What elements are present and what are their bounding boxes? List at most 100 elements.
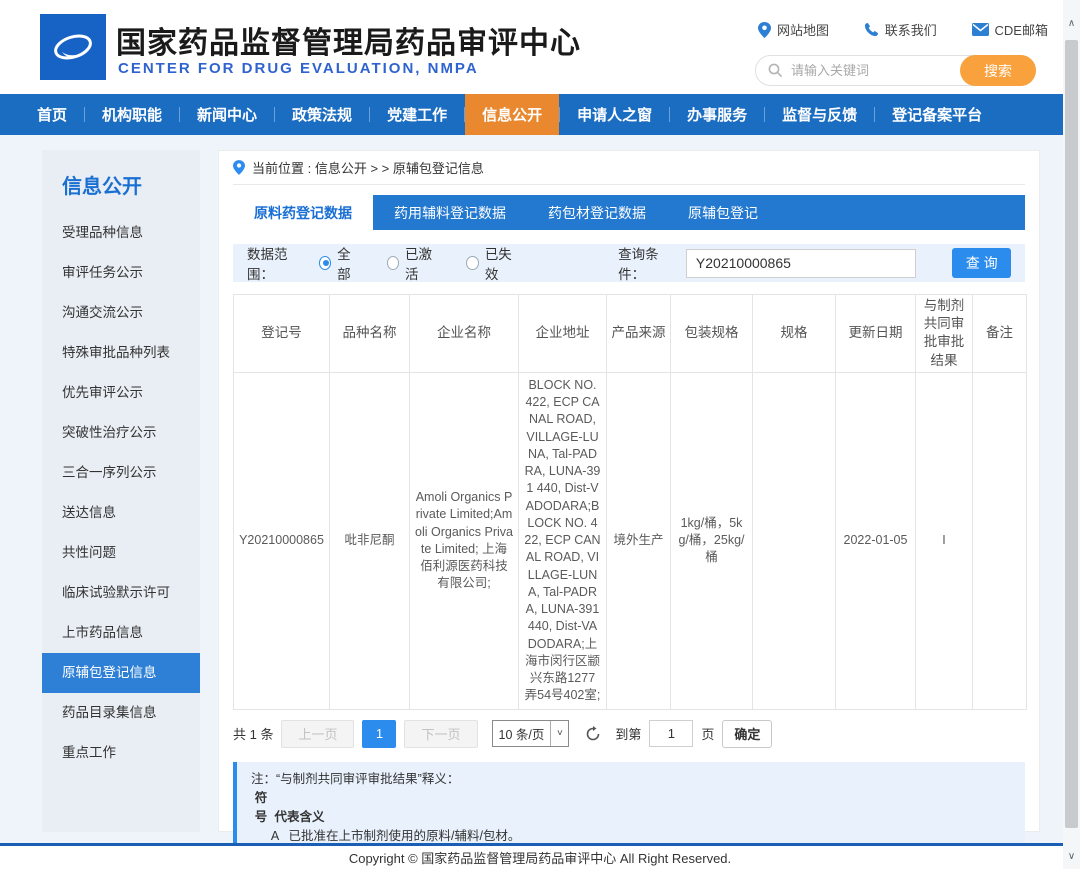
header-links: 网站地图 联系我们 CDE邮箱 <box>758 20 1048 39</box>
sidebar: 信息公开 受理品种信息 审评任务公示 沟通交流公示 特殊审批品种列表 优先审评公… <box>42 150 200 832</box>
cell-joint-review-result: I <box>916 372 973 709</box>
tab-excipient-registration-data[interactable]: 药用辅料登记数据 <box>373 195 527 230</box>
cell-packaging-spec: 1kg/桶，5kg/桶，25kg/桶 <box>671 372 753 709</box>
sidebar-item-marketed-drugs[interactable]: 上市药品信息 <box>42 613 200 653</box>
sidebar-item-three-in-one[interactable]: 三合一序列公示 <box>42 453 200 493</box>
sidebar-item-key-work[interactable]: 重点工作 <box>42 733 200 773</box>
table-header-row: 登记号 品种名称 企业名称 企业地址 产品来源 包装规格 规格 更新日期 与制剂… <box>234 295 1027 373</box>
site-title: 国家药品监督管理局药品审评中心 <box>116 18 581 62</box>
location-pin-icon <box>758 22 771 38</box>
page-unit-label: 页 <box>701 724 714 743</box>
page-number-1[interactable]: 1 <box>362 720 396 748</box>
nav-item-applicant-window[interactable]: 申请人之窗 <box>560 94 669 135</box>
cell-company-address: BLOCK NO. 422, ECP CANAL ROAD, VILLAGE-L… <box>519 372 607 709</box>
sidebar-item-accepted-varieties[interactable]: 受理品种信息 <box>42 213 200 253</box>
nav-item-info-disclosure[interactable]: 信息公开 <box>465 94 559 135</box>
query-input[interactable] <box>686 249 917 278</box>
site-header: 国家药品监督管理局药品审评中心 CENTER FOR DRUG EVALUATI… <box>0 0 1080 94</box>
notes-meaning-a: 已批准在上市制剂使用的原料/辅料/包材。 <box>288 829 520 843</box>
pagination: 共 1 条 上一页 1 下一页 10 条/页 ˅ 到第 页 确定 <box>233 720 1025 748</box>
nav-item-policies[interactable]: 政策法规 <box>275 94 369 135</box>
search-input[interactable] <box>791 63 941 78</box>
nav-item-functions[interactable]: 机构职能 <box>85 94 179 135</box>
refresh-icon[interactable] <box>585 726 601 742</box>
col-joint-review-result: 与制剂共同审批审批结果 <box>916 295 973 373</box>
sidebar-item-delivery-info[interactable]: 送达信息 <box>42 493 200 533</box>
sidebar-item-review-tasks[interactable]: 审评任务公示 <box>42 253 200 293</box>
col-company-name: 企业名称 <box>410 295 519 373</box>
tab-raw-excipient-packaging-registration[interactable]: 原辅包登记 <box>667 195 779 230</box>
col-spec: 规格 <box>753 295 836 373</box>
contact-label: 联系我们 <box>885 20 937 39</box>
sidebar-item-drug-catalog[interactable]: 药品目录集信息 <box>42 693 200 733</box>
col-registration-no: 登记号 <box>234 295 330 373</box>
cell-update-date: 2022-01-05 <box>836 372 916 709</box>
notes-header-symbol: 符号 <box>251 789 271 827</box>
radio-activated[interactable]: 已激活 <box>387 243 441 283</box>
radio-activated-label: 已激活 <box>405 243 440 283</box>
col-variety-name: 品种名称 <box>330 295 410 373</box>
next-page-button[interactable]: 下一页 <box>404 720 477 748</box>
registration-table: 登记号 品种名称 企业名称 企业地址 产品来源 包装规格 规格 更新日期 与制剂… <box>233 294 1027 710</box>
sidebar-item-clinical-trial-license[interactable]: 临床试验默示许可 <box>42 573 200 613</box>
sidebar-item-communication[interactable]: 沟通交流公示 <box>42 293 200 333</box>
sidebar-item-raw-excipient-packaging[interactable]: 原辅包登记信息 <box>42 653 200 693</box>
radio-all-label: 全部 <box>337 243 360 283</box>
radio-all-circle[interactable] <box>319 256 331 270</box>
mail-icon <box>972 23 989 36</box>
copyright-text: Copyright © 国家药品监督管理局药品审评中心 All Right Re… <box>349 848 731 867</box>
goto-label: 到第 <box>615 724 641 743</box>
radio-all[interactable]: 全部 <box>319 243 361 283</box>
nav-item-party-building[interactable]: 党建工作 <box>370 94 464 135</box>
nav-item-home[interactable]: 首页 <box>20 94 84 135</box>
vertical-scrollbar[interactable]: ∧ ∨ <box>1063 0 1080 869</box>
filter-bar: 数据范围： 全部 已激活 已失效 查询条件： 查 询 <box>233 244 1025 282</box>
col-packaging-spec: 包装规格 <box>671 295 753 373</box>
sidebar-item-breakthrough-therapy[interactable]: 突破性治疗公示 <box>42 413 200 453</box>
radio-activated-circle[interactable] <box>387 256 399 270</box>
sitemap-link[interactable]: 网站地图 <box>758 20 829 39</box>
col-company-address: 企业地址 <box>519 295 607 373</box>
tab-api-registration-data[interactable]: 原料药登记数据 <box>233 195 373 230</box>
radio-expired[interactable]: 已失效 <box>466 243 520 283</box>
scroll-up-icon[interactable]: ∧ <box>1063 12 1080 34</box>
chevron-down-icon: ˅ <box>550 721 568 746</box>
col-product-source: 产品来源 <box>607 295 671 373</box>
prev-page-button[interactable]: 上一页 <box>281 720 354 748</box>
nav-item-news[interactable]: 新闻中心 <box>180 94 274 135</box>
query-button[interactable]: 查 询 <box>952 248 1011 278</box>
search-icon <box>768 63 783 78</box>
breadcrumb-text: 当前位置 : 信息公开 > > 原辅包登记信息 <box>252 158 484 177</box>
cell-product-source: 境外生产 <box>607 372 671 709</box>
confirm-button[interactable]: 确定 <box>722 720 772 748</box>
sidebar-item-common-issues[interactable]: 共性问题 <box>42 533 200 573</box>
location-pin-icon <box>233 160 245 175</box>
cell-company-name: Amoli Organics Private Limited;Amoli Org… <box>410 372 519 709</box>
search-button[interactable]: 搜索 <box>960 55 1036 86</box>
notes-title: 注：“与制剂共同审评审批结果”释义： <box>251 770 1011 789</box>
col-remark: 备注 <box>973 295 1027 373</box>
scrollbar-thumb[interactable] <box>1065 40 1078 828</box>
goto-page-input[interactable] <box>649 720 693 747</box>
nav-item-registration-platform[interactable]: 登记备案平台 <box>875 94 999 135</box>
site-subtitle: CENTER FOR DRUG EVALUATION, NMPA <box>118 60 479 77</box>
sidebar-item-priority-review[interactable]: 优先审评公示 <box>42 373 200 413</box>
scroll-down-icon[interactable]: ∨ <box>1063 845 1080 867</box>
footer: Copyright © 国家药品监督管理局药品审评中心 All Right Re… <box>0 843 1080 869</box>
sidebar-item-special-approval[interactable]: 特殊审批品种列表 <box>42 333 200 373</box>
cde-mail-link[interactable]: CDE邮箱 <box>972 20 1048 39</box>
notes-header: 符号 代表含义 <box>251 789 1011 827</box>
page-size-select[interactable]: 10 条/页 ˅ <box>492 720 570 747</box>
contact-link[interactable]: 联系我们 <box>864 20 937 39</box>
nav-item-supervision-feedback[interactable]: 监督与反馈 <box>765 94 874 135</box>
cell-variety-name: 吡非尼酮 <box>330 372 410 709</box>
scope-label: 数据范围： <box>247 243 309 283</box>
tab-bar: 原料药登记数据 药用辅料登记数据 药包材登记数据 原辅包登记 <box>233 195 1025 230</box>
tab-packaging-registration-data[interactable]: 药包材登记数据 <box>527 195 667 230</box>
cde-mail-label: CDE邮箱 <box>995 20 1048 39</box>
nav-item-services[interactable]: 办事服务 <box>670 94 764 135</box>
radio-expired-circle[interactable] <box>466 256 478 270</box>
sitemap-label: 网站地图 <box>777 20 829 39</box>
page-size-value: 10 条/页 <box>493 724 551 743</box>
breadcrumb: 当前位置 : 信息公开 > > 原辅包登记信息 <box>233 151 1025 185</box>
